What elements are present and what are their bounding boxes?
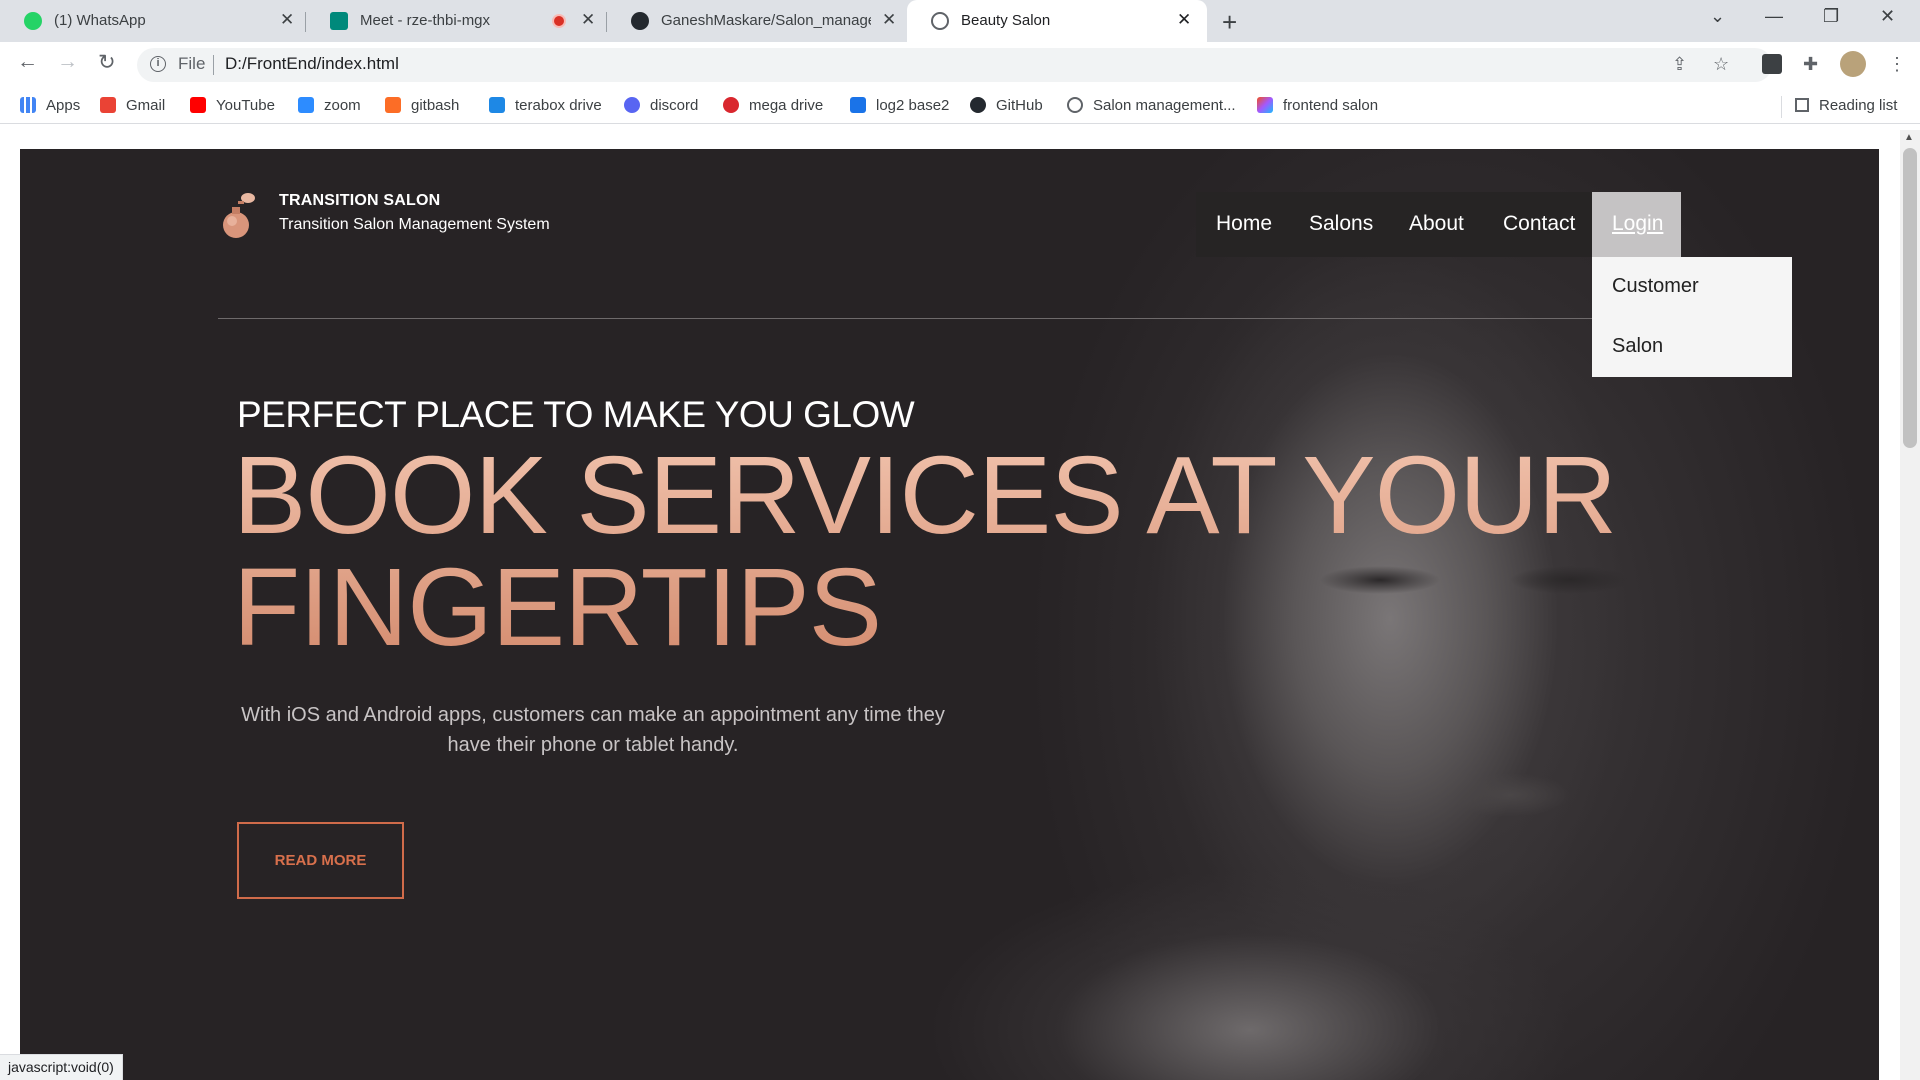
globe-icon <box>1067 97 1083 113</box>
address-divider <box>213 55 214 75</box>
tab-title: Meet - rze-thbi-mgx <box>360 12 491 29</box>
tab-title: GaneshMaskare/Salon_managem <box>661 12 871 29</box>
hero-description: With iOS and Android apps, customers can… <box>241 704 945 756</box>
tab-title: (1) WhatsApp <box>54 12 146 29</box>
zoom-icon <box>298 97 314 113</box>
github-icon <box>970 97 986 113</box>
new-tab-button[interactable]: + <box>1222 7 1237 38</box>
close-tab-icon[interactable]: ✕ <box>882 10 896 30</box>
tab-search-icon[interactable]: ⌄ <box>1710 6 1725 27</box>
bookmark-apps[interactable]: Apps <box>20 97 80 114</box>
info-icon[interactable]: i <box>150 56 166 72</box>
reading-list[interactable]: Reading list <box>1795 97 1897 114</box>
hero-headline: BOOK SERVICES AT YOUR FINGERTIPS <box>233 440 1653 664</box>
discord-icon <box>624 97 640 113</box>
header-divider <box>218 318 1592 319</box>
bookmark-label: terabox drive <box>515 97 602 114</box>
bookmark-salon-management[interactable]: Salon management... <box>1067 97 1236 114</box>
github-icon <box>631 12 649 30</box>
headline-line-1: BOOK SERVICES AT YOUR <box>233 434 1617 557</box>
bookmark-discord[interactable]: discord <box>624 97 698 114</box>
bookmarks-divider <box>1781 96 1782 118</box>
bookmark-label: discord <box>650 97 699 114</box>
hero-image-lips <box>1450 770 1570 820</box>
figma-icon <box>1257 97 1273 113</box>
scrollbar-thumb[interactable] <box>1903 148 1917 448</box>
extensions-puzzle-icon[interactable]: ✚ <box>1803 54 1818 75</box>
bookmark-label: Salon management... <box>1093 97 1236 114</box>
bookmark-gmail[interactable]: Gmail <box>100 97 165 114</box>
hero-image-hand <box>900 830 1600 1080</box>
url-text[interactable]: D:/FrontEnd/index.html <box>225 54 399 74</box>
nav-home[interactable]: Home <box>1216 212 1272 236</box>
headline-line-2: FINGERTIPS <box>233 546 882 669</box>
share-icon[interactable]: ⇪ <box>1672 54 1687 75</box>
close-window-button[interactable]: ✕ <box>1880 6 1895 27</box>
nav-about[interactable]: About <box>1409 212 1464 236</box>
brand-title[interactable]: TRANSITION SALON <box>279 192 440 210</box>
tab-beauty-salon[interactable]: Beauty Salon ✕ <box>907 0 1207 42</box>
back-arrow-icon[interactable]: ← <box>17 50 38 74</box>
gitlab-icon <box>385 97 401 113</box>
selenium-extension-icon[interactable] <box>1762 54 1782 74</box>
bookmark-label: YouTube <box>216 97 275 114</box>
close-tab-icon[interactable]: ✕ <box>581 10 595 30</box>
bookmark-frontend-salon[interactable]: frontend salon <box>1257 97 1378 114</box>
nav-login[interactable]: Login <box>1612 212 1663 236</box>
bookmark-label: Gmail <box>126 97 166 114</box>
apps-grid-icon <box>20 97 36 113</box>
bookmark-star-icon[interactable]: ☆ <box>1713 54 1729 75</box>
bookmark-label: log2 base2 <box>876 97 950 114</box>
hero-tagline: PERFECT PLACE TO MAKE YOU GLOW <box>237 394 915 435</box>
bookmark-log2[interactable]: log2 base2 <box>850 97 949 114</box>
brand-subtitle: Transition Salon Management System <box>279 216 550 233</box>
scheme-label: File <box>178 54 206 73</box>
close-tab-icon[interactable]: ✕ <box>1177 10 1191 30</box>
whatsapp-icon <box>24 12 42 30</box>
dropdown-customer[interactable]: Customer <box>1612 275 1699 298</box>
perfume-bottle-logo-icon <box>223 193 255 238</box>
tab-title: Beauty Salon <box>961 12 1051 29</box>
menu-kebab-icon[interactable]: ⋮ <box>1888 54 1906 75</box>
status-bar: javascript:void(0) <box>0 1054 123 1080</box>
mega-icon <box>723 97 739 113</box>
bookmark-mega[interactable]: mega drive <box>723 97 823 114</box>
bookmarks-bar <box>0 88 1920 124</box>
bookmark-label: GitHub <box>996 97 1043 114</box>
youtube-icon <box>190 97 206 113</box>
bookmark-label: zoom <box>324 97 361 114</box>
globe-icon <box>931 12 949 30</box>
bookmark-github[interactable]: GitHub <box>970 97 1043 114</box>
read-more-button[interactable]: READ MORE <box>237 822 404 899</box>
minimize-button[interactable]: — <box>1765 6 1783 27</box>
bookmark-label: gitbash <box>411 97 460 114</box>
bookmark-terabox[interactable]: terabox drive <box>489 97 602 114</box>
bookmark-youtube[interactable]: YouTube <box>190 97 275 114</box>
scroll-up-arrow-icon[interactable]: ▲ <box>1904 132 1914 143</box>
tab-whatsapp[interactable]: (1) WhatsApp ✕ <box>0 0 305 42</box>
dropdown-salon[interactable]: Salon <box>1612 335 1663 358</box>
nav-contact[interactable]: Contact <box>1503 212 1575 236</box>
bookmark-gitbash[interactable]: gitbash <box>385 97 459 114</box>
reload-icon[interactable]: ↻ <box>98 50 116 75</box>
bookmark-label: mega drive <box>749 97 824 114</box>
close-tab-icon[interactable]: ✕ <box>280 10 294 30</box>
maximize-button[interactable]: ❐ <box>1823 6 1839 27</box>
google-meet-icon <box>330 12 348 30</box>
reading-list-label: Reading list <box>1819 97 1898 114</box>
tab-meet[interactable]: Meet - rze-thbi-mgx ✕ <box>306 0 606 42</box>
nav-salons[interactable]: Salons <box>1309 212 1373 236</box>
recording-icon <box>552 14 566 28</box>
bookmark-zoom[interactable]: zoom <box>298 97 361 114</box>
gmail-icon <box>100 97 116 113</box>
tab-github[interactable]: GaneshMaskare/Salon_managem ✕ <box>607 0 907 42</box>
bookmark-label: frontend salon <box>1283 97 1379 114</box>
profile-avatar[interactable] <box>1840 51 1866 77</box>
forward-arrow-icon[interactable]: → <box>57 50 78 74</box>
log-icon <box>850 97 866 113</box>
bookmark-label: Apps <box>46 97 81 114</box>
reading-list-icon <box>1795 98 1809 112</box>
terabox-icon <box>489 97 505 113</box>
